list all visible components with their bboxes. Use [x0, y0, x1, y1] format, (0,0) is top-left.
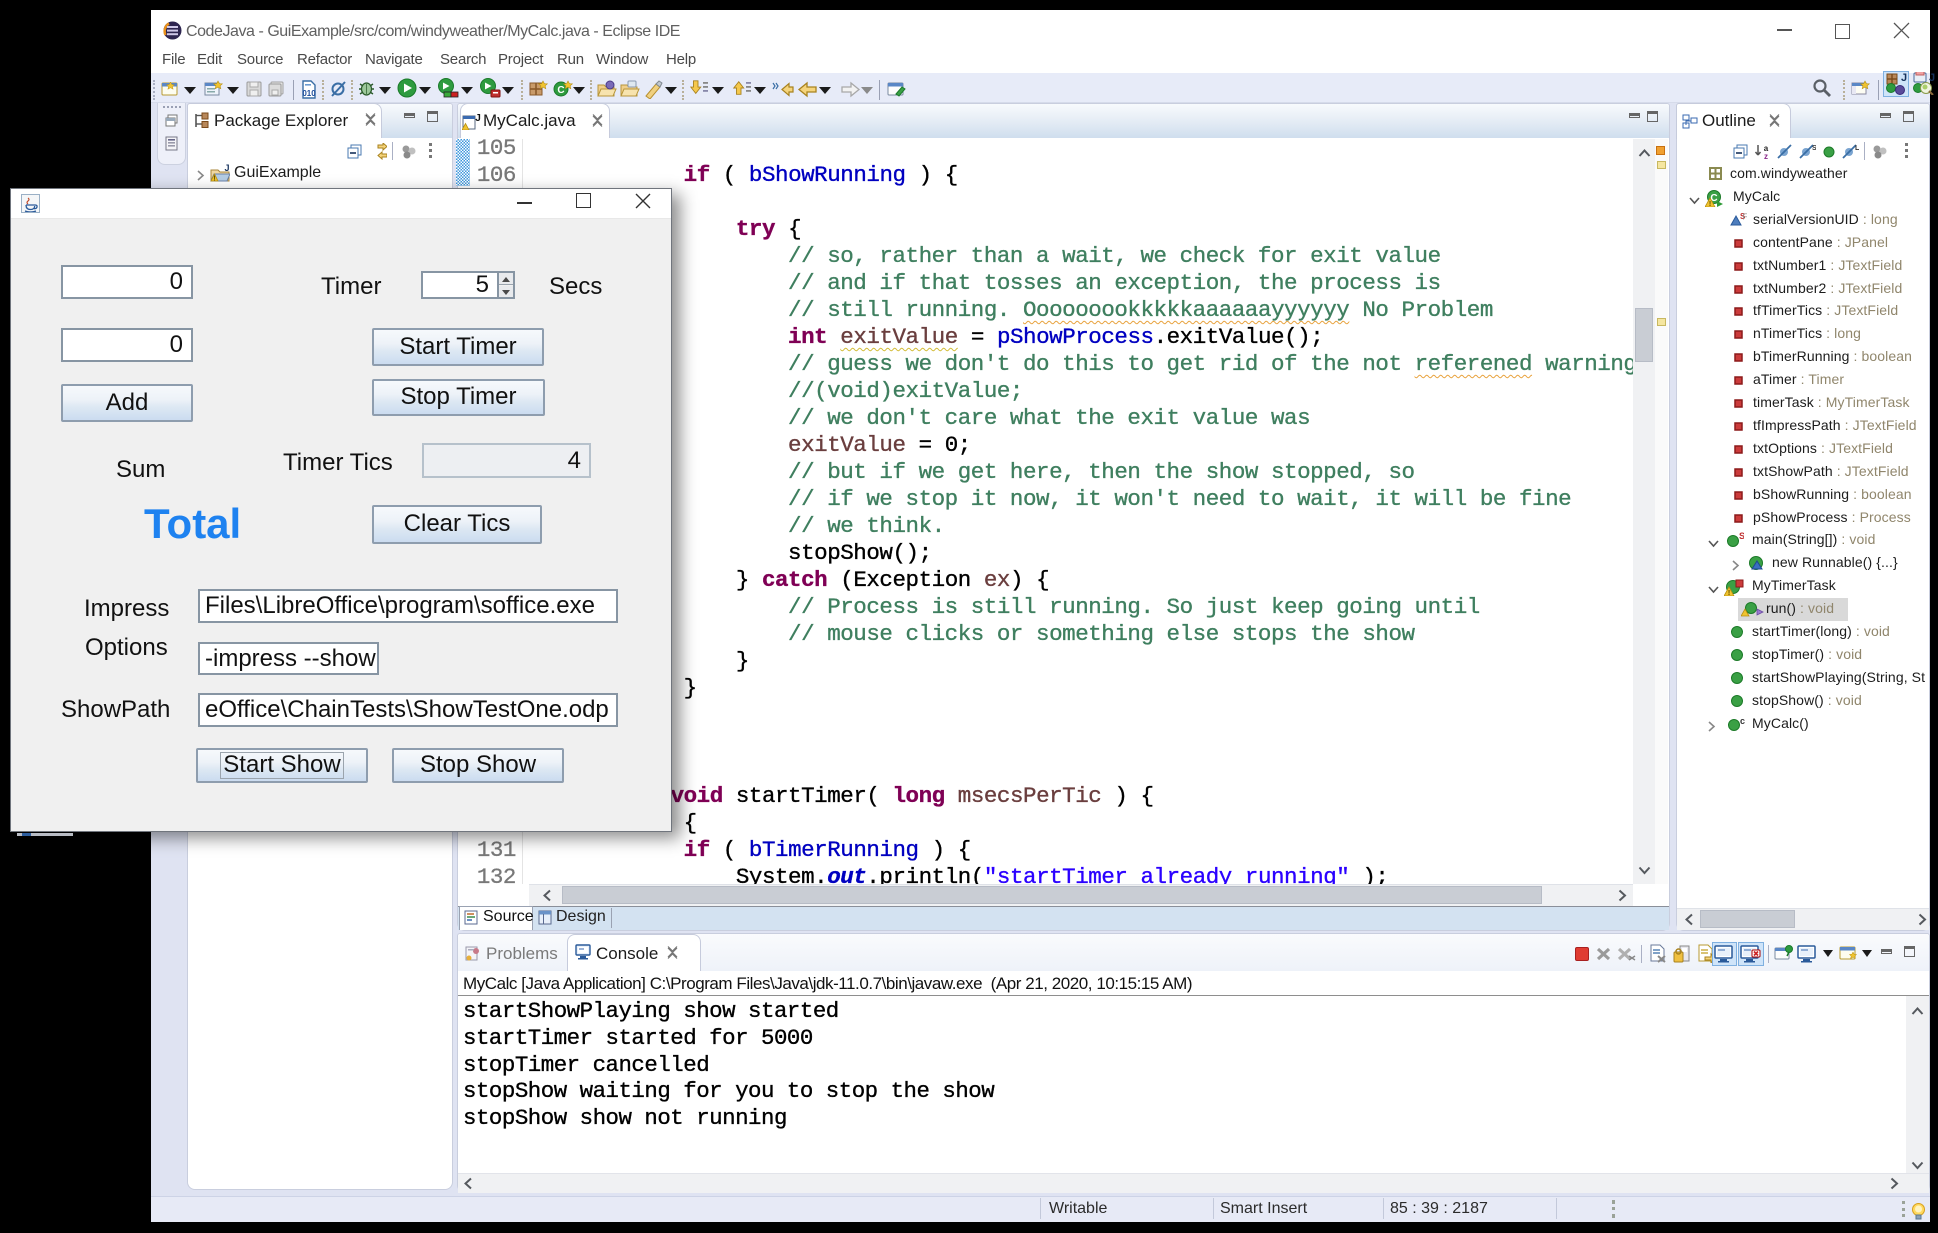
svg-text:z: z [1764, 152, 1768, 160]
svg-text:J: J [1929, 72, 1935, 84]
svg-text:S: S [1739, 532, 1744, 541]
svg-text:L: L [1855, 145, 1859, 152]
svg-text:S: S [1812, 145, 1816, 152]
svg-text:!: ! [1709, 201, 1711, 207]
svg-text:J: J [475, 113, 481, 124]
svg-text:010: 010 [302, 89, 316, 98]
svg-text:F: F [1743, 212, 1748, 221]
svg-text:!: ! [213, 176, 215, 183]
svg-text:c: c [1740, 716, 1745, 726]
svg-text:C: C [557, 85, 564, 96]
svg-text:J: J [224, 164, 229, 173]
svg-text:!: ! [1728, 590, 1730, 596]
svg-text:J: J [1901, 72, 1907, 84]
